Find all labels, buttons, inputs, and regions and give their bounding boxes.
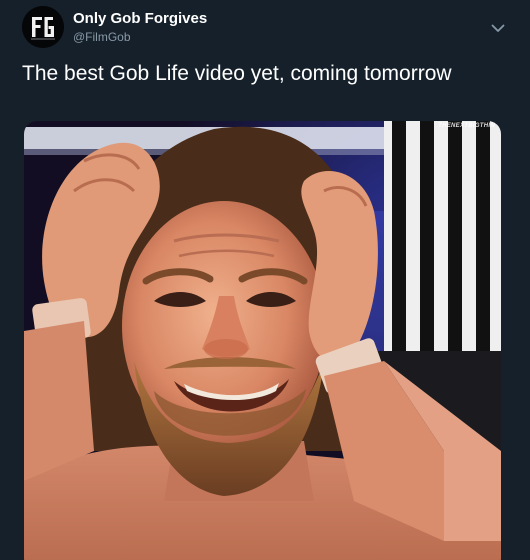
- tweet-media-image[interactable]: THENEXTBIGTHIN: [24, 121, 501, 560]
- media-watermark: THENEXTBIGTHIN: [438, 123, 495, 129]
- chevron-down-icon[interactable]: [488, 18, 508, 38]
- tweet-card: Only Gob Forgives @FilmGob The best Gob …: [0, 0, 530, 560]
- avatar[interactable]: [22, 6, 64, 48]
- tweet-text: The best Gob Life video yet, coming tomo…: [22, 62, 452, 85]
- author-handle[interactable]: @FilmGob: [73, 30, 131, 44]
- author-display-name[interactable]: Only Gob Forgives: [73, 10, 207, 27]
- tweet-header: Only Gob Forgives @FilmGob: [22, 6, 508, 50]
- wrestler-photo: [24, 121, 501, 560]
- avatar-logo-icon: [22, 6, 64, 48]
